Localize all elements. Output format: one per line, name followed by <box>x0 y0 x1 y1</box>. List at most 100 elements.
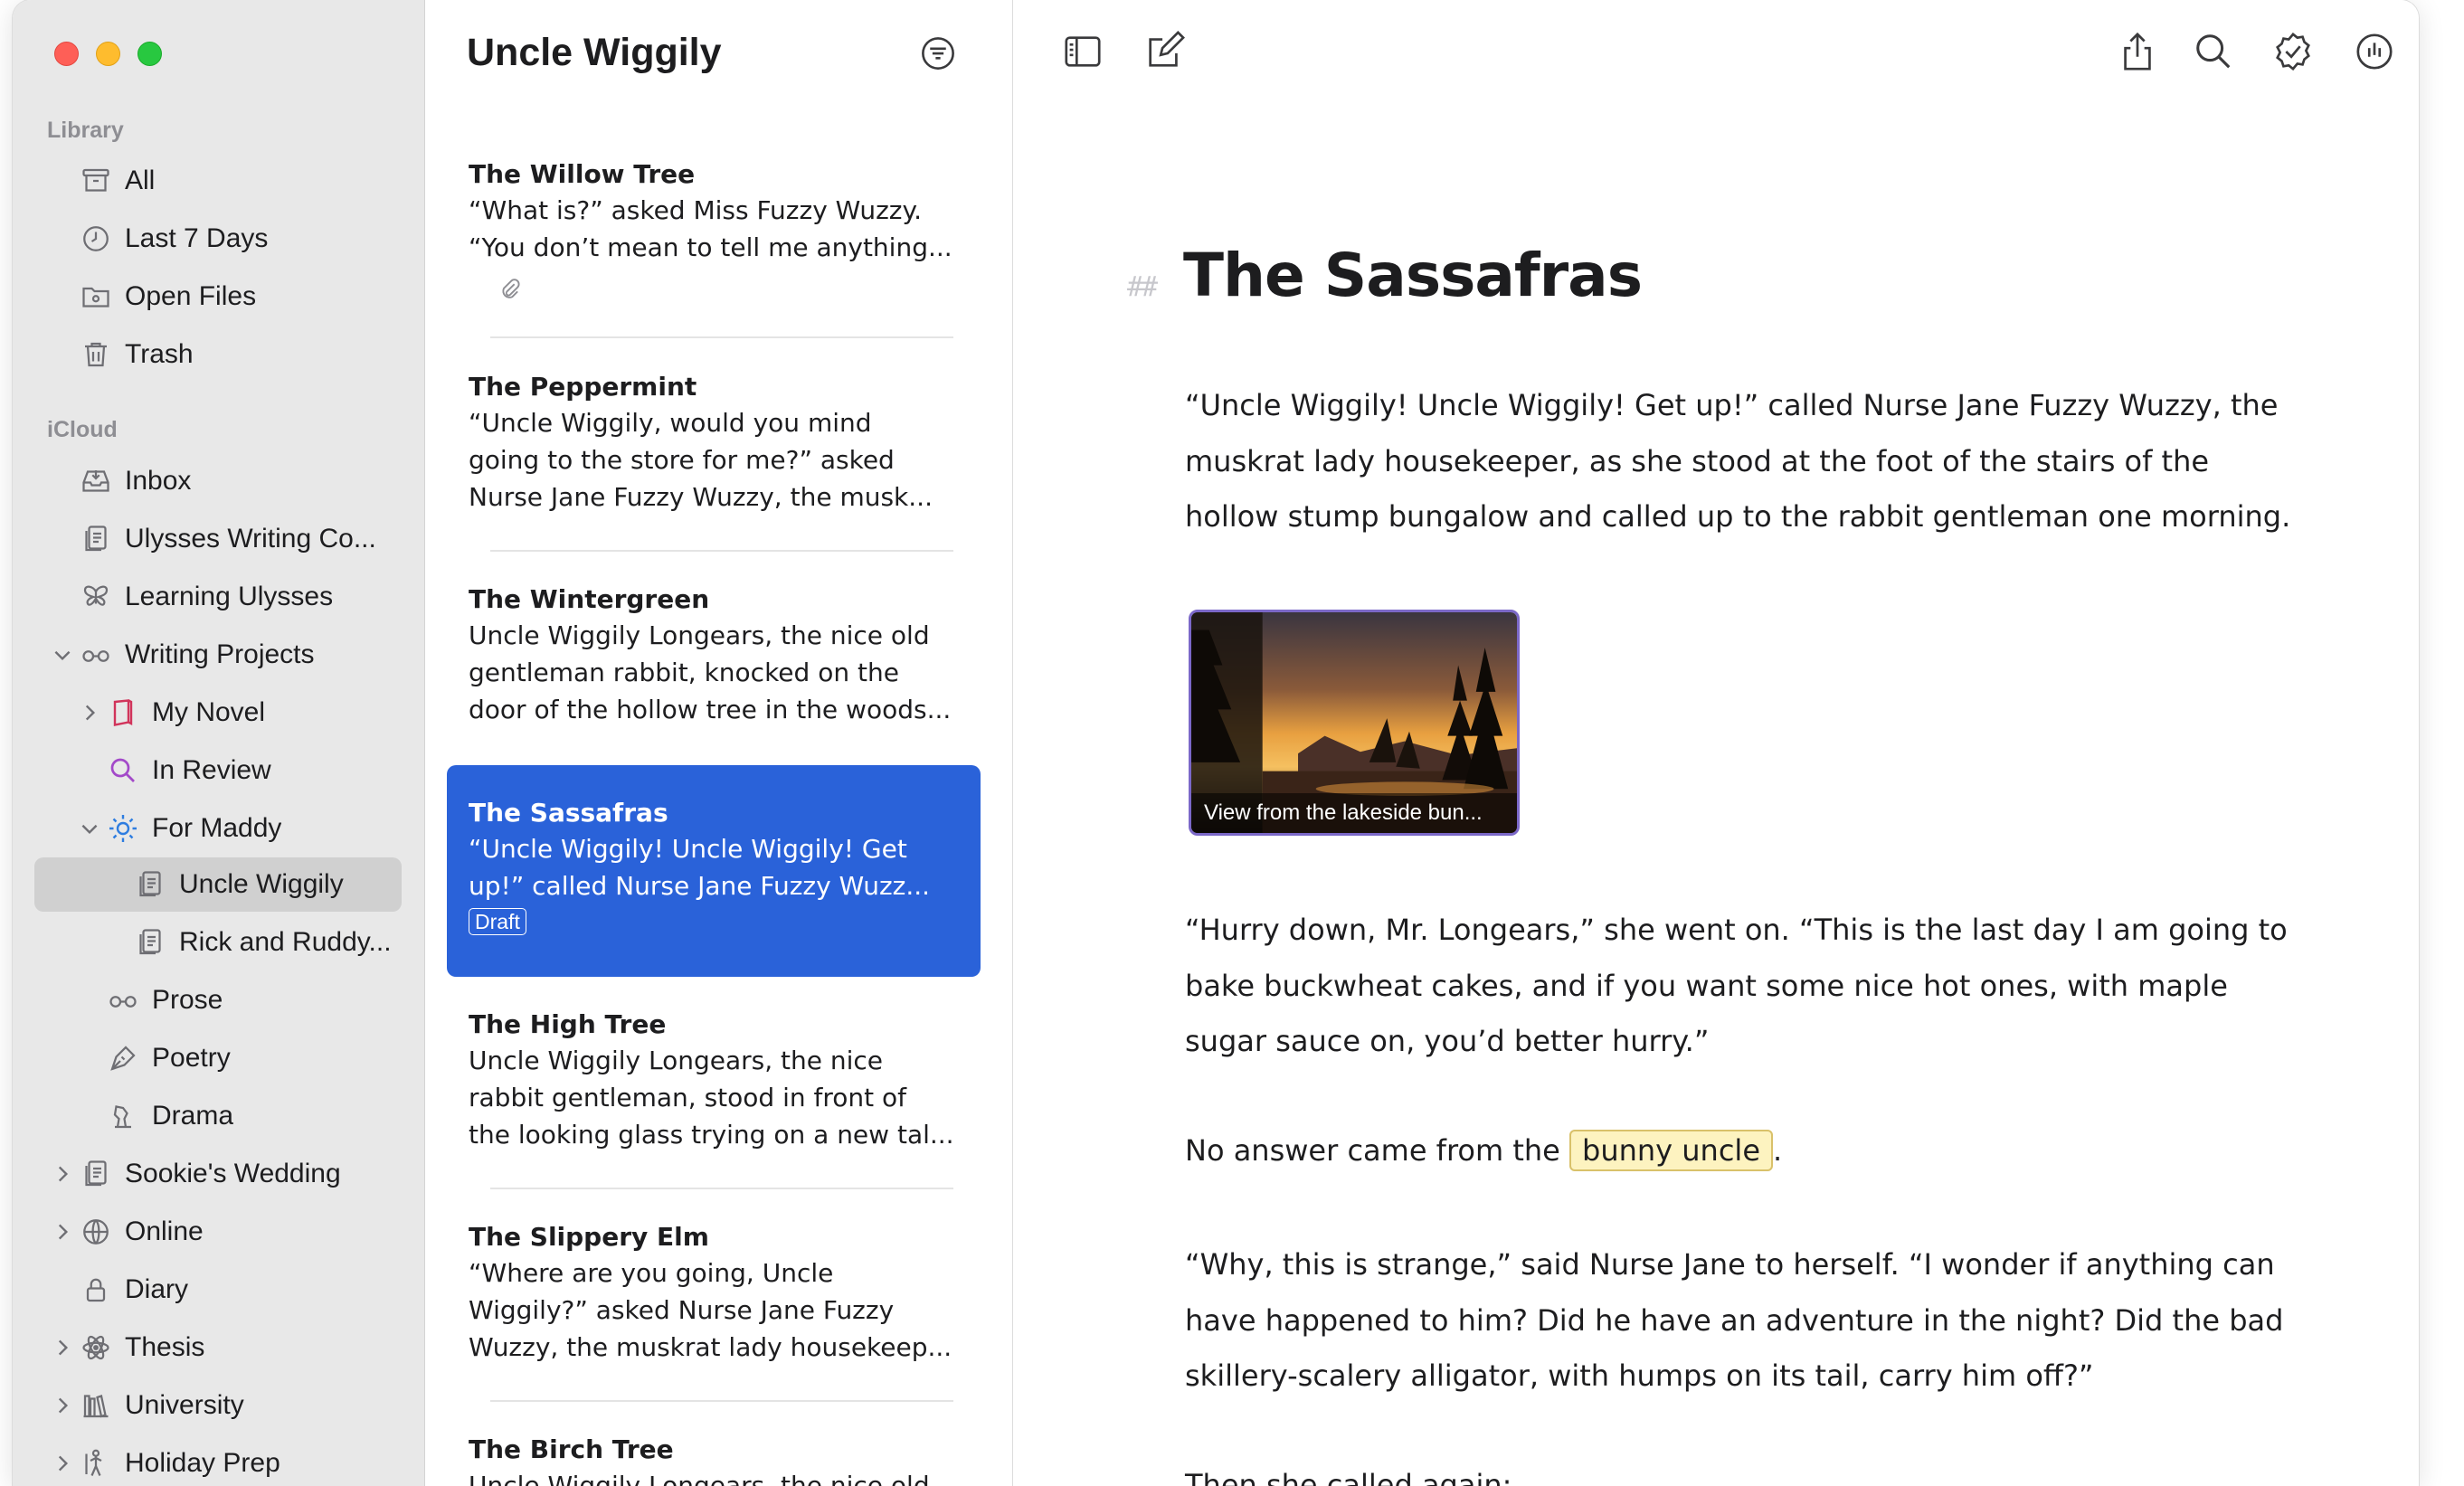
chevron-down-icon[interactable] <box>78 817 101 840</box>
chevron-right-icon[interactable] <box>51 1452 74 1475</box>
sheet-preview: Uncle Wiggily Longears, the nice rabbit … <box>469 1042 962 1153</box>
search-icon[interactable] <box>2193 31 2234 72</box>
sidebar-item-rick-and-ruddy[interactable]: Rick and Ruddy... <box>34 915 402 970</box>
paragraph[interactable]: No answer came from the bunny uncle. <box>1185 1123 2298 1179</box>
sheet-item[interactable]: The Slippery Elm “Where are you going, U… <box>447 1198 981 1397</box>
sidebar-item-diary[interactable]: Diary <box>34 1263 402 1317</box>
sheet-item[interactable]: The Willow Tree “What is?” asked Miss Fu… <box>447 136 981 317</box>
sheet-title: The High Tree <box>469 1009 667 1039</box>
preview-line: Uncle Wiggily Longears, the nice <box>469 1046 884 1075</box>
dashboard-icon[interactable] <box>2354 31 2395 72</box>
divider <box>490 336 953 338</box>
sheet-item-selected[interactable]: The Sassafras “Uncle Wiggily! Uncle Wigg… <box>447 765 981 977</box>
sidebar-item-poetry[interactable]: Poetry <box>34 1031 402 1085</box>
chevron-right-icon[interactable] <box>51 1336 74 1359</box>
sheet-title: The Wintergreen <box>469 584 710 614</box>
preview-line: gentleman rabbit, knocked on the <box>469 658 899 687</box>
sidebar-item-label: Rick and Ruddy... <box>179 927 392 957</box>
sidebar-item-drama[interactable]: Drama <box>34 1089 402 1143</box>
sidebar-item-thesis[interactable]: Thesis <box>34 1320 402 1375</box>
sheet-item[interactable]: The High Tree Uncle Wiggily Longears, th… <box>447 986 981 1185</box>
sidebar-item-university[interactable]: University <box>34 1378 402 1433</box>
preview-line: the looking glass trying on a new tal... <box>469 1120 954 1150</box>
sheet-preview: Uncle Wiggily Longears, the nice old <box>469 1467 962 1486</box>
chevron-right-icon[interactable] <box>51 1220 74 1244</box>
sheet-item[interactable]: The Birch Tree Uncle Wiggily Longears, t… <box>447 1411 981 1486</box>
sidebar-item-label: Uncle Wiggily <box>179 869 344 899</box>
minimize-window-button[interactable] <box>96 42 120 66</box>
close-window-button[interactable] <box>54 42 79 66</box>
chevron-down-icon[interactable] <box>51 643 74 667</box>
icloud-heading: iCloud <box>47 417 118 442</box>
compose-icon[interactable] <box>1143 31 1185 72</box>
inbox-tray-icon <box>80 465 112 497</box>
heading-marker: ## <box>1127 271 1158 303</box>
sidebar-item-for-maddy[interactable]: For Maddy <box>34 801 402 856</box>
chevron-right-icon[interactable] <box>51 1394 74 1417</box>
filter-icon[interactable] <box>919 34 957 72</box>
status-badge: Draft <box>469 908 526 935</box>
pen-nib-icon <box>107 1042 139 1074</box>
sidebar-item-label: Writing Projects <box>125 639 315 669</box>
sidebar-item-label: My Novel <box>152 697 266 727</box>
sidebar-item-uncle-wiggily[interactable]: Uncle Wiggily <box>34 857 402 912</box>
sheet-preview: “Where are you going, Uncle Wiggily?” as… <box>469 1254 962 1366</box>
paragraph[interactable]: “Why, this is strange,” said Nurse Jane … <box>1185 1237 2298 1405</box>
glasses-icon <box>107 984 139 1017</box>
paperclip-icon <box>498 277 523 302</box>
zoom-window-button[interactable] <box>137 42 162 66</box>
sidebar-item-prose[interactable]: Prose <box>34 973 402 1027</box>
review-check-icon[interactable] <box>2272 31 2314 72</box>
trash-icon <box>80 338 112 371</box>
sheet-item[interactable]: The Wintergreen Uncle Wiggily Longears, … <box>447 561 981 760</box>
folder-icon <box>80 280 112 313</box>
sidebar-item-inbox[interactable]: Inbox <box>34 454 402 508</box>
sun-icon <box>107 812 139 845</box>
chevron-right-icon[interactable] <box>78 701 101 724</box>
sidebar-item-in-review[interactable]: In Review <box>34 743 402 798</box>
atom-icon <box>80 1331 112 1364</box>
sidebar-item-label: All <box>125 166 156 195</box>
paragraph-text: . <box>1773 1133 1783 1168</box>
divider <box>490 550 953 552</box>
embedded-image[interactable]: View from the lakeside bun... <box>1189 610 1520 836</box>
sheet-preview: “What is?” asked Miss Fuzzy Wuzzy. “You … <box>469 192 962 266</box>
sidebar-item-learning-ulysses[interactable]: Learning Ulysses <box>34 570 402 624</box>
sidebar-item-label: Open Files <box>125 281 257 311</box>
preview-line: Wuzzy, the muskrat lady housekeep... <box>469 1332 952 1362</box>
sidebar-item-label: Trash <box>125 339 194 369</box>
sheet-preview: “Uncle Wiggily! Uncle Wiggily! Get up!” … <box>469 830 962 904</box>
preview-line: Nurse Jane Fuzzy Wuzzy, the musk... <box>469 482 933 512</box>
preview-line: “You don’t mean to tell me anything... <box>469 232 952 262</box>
preview-line: Wiggily?” asked Nurse Jane Fuzzy <box>469 1295 895 1325</box>
sidebar-toggle-icon[interactable] <box>1062 31 1104 72</box>
sheet-title: The Sassafras <box>469 798 668 828</box>
sidebar-item-all[interactable]: All <box>34 154 402 208</box>
paragraph[interactable]: “Hurry down, Mr. Longears,” she went on.… <box>1185 903 2298 1070</box>
share-icon[interactable] <box>2117 31 2158 72</box>
sidebar-item-trash[interactable]: Trash <box>34 327 402 382</box>
sheet-title: The Slippery Elm <box>469 1222 709 1252</box>
sidebar-item-ulysses-writing[interactable]: Ulysses Writing Co... <box>34 512 402 566</box>
sheet-title: The Willow Tree <box>469 159 696 189</box>
preview-line: “Uncle Wiggily! Uncle Wiggily! Get <box>469 834 907 864</box>
highlight-mark[interactable]: bunny uncle <box>1569 1130 1773 1171</box>
sidebar-item-sookies-wedding[interactable]: Sookie's Wedding <box>34 1147 402 1201</box>
sidebar-item-open-files[interactable]: Open Files <box>34 270 402 324</box>
sheet-item[interactable]: The Peppermint “Uncle Wiggily, would you… <box>447 348 981 547</box>
lock-icon <box>80 1273 112 1306</box>
sidebar-item-my-novel[interactable]: My Novel <box>34 686 402 740</box>
document-title[interactable]: The Sassafras <box>1183 241 1643 310</box>
sidebar-item-label: Poetry <box>152 1043 231 1073</box>
sidebar-item-holiday-prep[interactable]: Holiday Prep <box>34 1436 402 1486</box>
sidebar-item-last-7-days[interactable]: Last 7 Days <box>34 212 402 266</box>
window-controls <box>54 42 162 66</box>
magnifier-icon <box>107 754 139 787</box>
sidebar-item-label: In Review <box>152 755 271 785</box>
sidebar-item-online[interactable]: Online <box>34 1205 402 1259</box>
paragraph[interactable]: “Uncle Wiggily! Uncle Wiggily! Get up!” … <box>1185 378 2298 545</box>
chevron-right-icon[interactable] <box>51 1162 74 1186</box>
sidebar-item-writing-projects[interactable]: Writing Projects <box>34 628 402 682</box>
sidebar-item-label: Online <box>125 1216 204 1246</box>
paragraph[interactable]: Then she called again: <box>1185 1458 2298 1486</box>
